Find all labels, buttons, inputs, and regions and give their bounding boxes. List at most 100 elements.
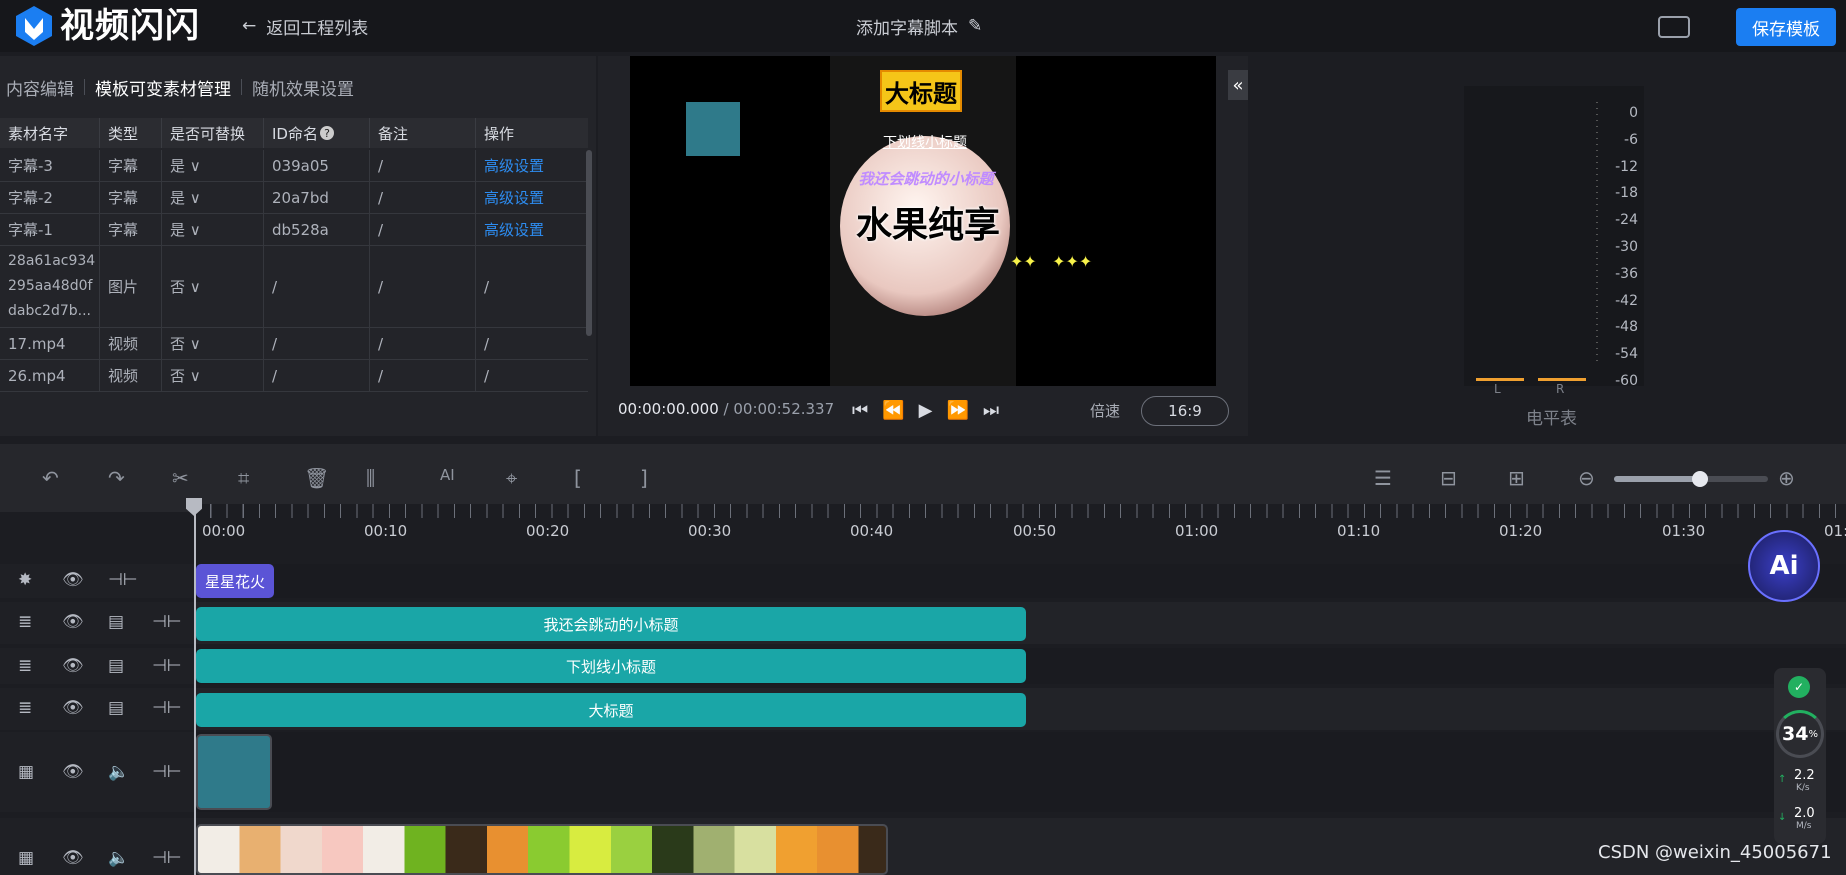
image-clip-thumbnail[interactable] — [196, 734, 272, 810]
cell-note: / — [370, 214, 476, 245]
scale-label: -12 — [1615, 158, 1638, 175]
trash-icon[interactable]: 🗑 — [304, 466, 329, 490]
skip-start-icon[interactable]: ⏮ — [852, 400, 868, 421]
split-icon[interactable]: ⊣⊢ — [152, 656, 182, 676]
eye-icon[interactable]: 👁 — [62, 612, 84, 632]
zoom-slider-thumb[interactable] — [1692, 471, 1708, 487]
aspect-ratio-select[interactable]: 16:9 — [1141, 396, 1229, 426]
bracket-right-icon[interactable]: ] — [640, 466, 648, 490]
merge-icon[interactable]: ⊞ — [1508, 466, 1525, 490]
subtitle-icon[interactable]: ▤ — [108, 656, 124, 676]
replaceable-value: 否 — [170, 278, 186, 296]
fit-icon[interactable]: ⊟ — [1440, 466, 1457, 490]
eye-icon[interactable]: 👁 — [62, 848, 84, 868]
keyboard-icon[interactable] — [1658, 16, 1690, 38]
bracket-left-icon[interactable]: [ — [574, 466, 582, 490]
undo-icon[interactable]: ↶ — [42, 466, 59, 490]
subtitle-clip[interactable]: 下划线小标题 — [196, 649, 1026, 683]
total-time: 00:00:52.337 — [733, 400, 835, 418]
play-icon[interactable]: ▶ — [919, 400, 933, 421]
replaceable-select[interactable]: 否 ∨ — [162, 360, 264, 391]
replaceable-select[interactable]: 否 ∨ — [162, 328, 264, 359]
table-scrollbar[interactable] — [586, 150, 592, 336]
advanced-settings-link[interactable]: 高级设置 — [476, 214, 588, 245]
meter-scale: 0 -6 -12 -18 -24 -30 -36 -42 -48 -54 -60 — [1610, 100, 1638, 395]
preview-canvas[interactable]: 大标题 下划线小标题 我还会跳动的小标题 水果纯享 ✦✦ ✦✦✦ — [630, 56, 1216, 386]
playhead[interactable] — [194, 500, 196, 875]
scale-label: -60 — [1615, 372, 1638, 389]
replaceable-select[interactable]: 是 ∨ — [162, 214, 264, 245]
volume-icon[interactable]: 🔈 — [108, 762, 129, 782]
film-icon: ▦ — [18, 848, 35, 868]
scissors-icon[interactable]: ✂ — [172, 466, 189, 490]
redo-icon[interactable]: ↷ — [108, 466, 125, 490]
back-to-projects-link[interactable]: ← 返回工程列表 — [242, 14, 368, 39]
split-icon[interactable]: ⊣⊢ — [152, 762, 182, 782]
cell-action: / — [484, 277, 490, 296]
ruler-label: 01:30 — [1662, 522, 1706, 540]
ai-tool-icon[interactable]: AI — [440, 466, 455, 484]
split-icon[interactable]: ⊣⊢ — [152, 612, 182, 632]
help-icon[interactable]: ? — [319, 126, 334, 140]
advanced-settings-link[interactable]: 高级设置 — [476, 150, 588, 181]
speed-button[interactable]: 倍速 — [1090, 400, 1120, 421]
scale-label: -42 — [1615, 292, 1638, 309]
scale-label: 0 — [1629, 105, 1638, 121]
cell-type: 视频 — [100, 328, 162, 359]
fast-forward-icon[interactable]: ⏩ — [946, 400, 968, 421]
split-icon[interactable]: ⊣⊢ — [152, 848, 182, 868]
zoom-out-icon[interactable]: ⊖ — [1578, 466, 1595, 490]
script-title[interactable]: 添加字幕脚本 ✎ — [856, 14, 982, 39]
save-template-button[interactable]: 保存模板 — [1736, 8, 1836, 46]
audio-wave-icon[interactable]: ⫼ — [366, 466, 375, 490]
eye-icon[interactable]: 👁 — [62, 570, 84, 590]
watermark: CSDN @weixin_45005671 — [1598, 842, 1832, 863]
split-icon[interactable]: ⊣⊢ — [108, 570, 138, 590]
cell-name: 字幕-1 — [0, 214, 100, 245]
ai-assistant-icon[interactable]: Ai — [1748, 530, 1820, 602]
meter-ticks — [1596, 102, 1598, 364]
video-clip-filmstrip[interactable] — [196, 824, 888, 875]
collapse-panel-icon[interactable]: « — [1228, 70, 1248, 100]
ruler-label: 01:20 — [1499, 522, 1543, 540]
preview-jumping-subtitle: 我还会跳动的小标题 — [858, 170, 994, 188]
rewind-icon[interactable]: ⏪ — [882, 400, 904, 421]
cell-action: / — [484, 334, 490, 353]
subtitle-icon[interactable]: ▤ — [108, 698, 124, 718]
zoom-slider[interactable] — [1614, 471, 1768, 487]
advanced-settings-link[interactable]: 高级设置 — [476, 182, 588, 213]
replaceable-select[interactable]: 是 ∨ — [162, 150, 264, 181]
download-rate: 2.0 — [1794, 806, 1815, 821]
subtitle-clip[interactable]: 大标题 — [196, 693, 1026, 727]
eye-icon[interactable]: 👁 — [62, 656, 84, 676]
pencil-icon[interactable]: ✎ — [968, 16, 982, 36]
ruler-label: 01:40 — [1824, 522, 1846, 540]
replaceable-select[interactable]: 否 ∨ — [162, 246, 264, 327]
subtitle-icon[interactable]: ▤ — [108, 612, 124, 632]
column-header: ID命名? — [264, 118, 370, 148]
image-track: ▦ 👁 🔈 ⊣⊢ — [0, 732, 1846, 812]
volume-icon[interactable]: 🔈 — [108, 848, 129, 868]
effect-clip[interactable]: 星星花火 — [196, 564, 274, 598]
tab-content-edit[interactable]: 内容编辑 — [6, 75, 84, 100]
eye-icon[interactable]: 👁 — [62, 698, 84, 718]
tab-random-effects[interactable]: 随机效果设置 — [252, 75, 364, 100]
scale-label: -18 — [1615, 185, 1638, 202]
subtitle-track: ≣ 👁 ▤ ⊣⊢ 下划线小标题 — [0, 648, 1846, 684]
eye-icon[interactable]: 👁 — [62, 762, 84, 782]
zoom-in-icon[interactable]: ⊕ — [1778, 466, 1795, 490]
track-controls: ≣ 👁 ▤ ⊣⊢ — [0, 688, 194, 730]
sparkle-effect-icon: ✦✦ ✦✦✦ — [1010, 252, 1093, 271]
replaceable-select[interactable]: 是 ∨ — [162, 182, 264, 213]
cell-id: 039a05 — [264, 150, 370, 181]
tab-template-materials[interactable]: 模板可变素材管理 — [95, 75, 241, 100]
track-layout-icon[interactable]: ☰ — [1374, 466, 1392, 490]
skip-end-icon[interactable]: ⏭ — [983, 400, 999, 421]
marker-icon[interactable]: ⌖ — [506, 466, 517, 490]
scale-label: -6 — [1624, 131, 1638, 148]
crop-icon[interactable]: ⌗ — [238, 466, 249, 490]
subtitle-track: ≣ 👁 ▤ ⊣⊢ 大标题 — [0, 688, 1846, 730]
subtitle-clip[interactable]: 我还会跳动的小标题 — [196, 607, 1026, 641]
text-track-icon: ≣ — [18, 612, 33, 632]
split-icon[interactable]: ⊣⊢ — [152, 698, 182, 718]
